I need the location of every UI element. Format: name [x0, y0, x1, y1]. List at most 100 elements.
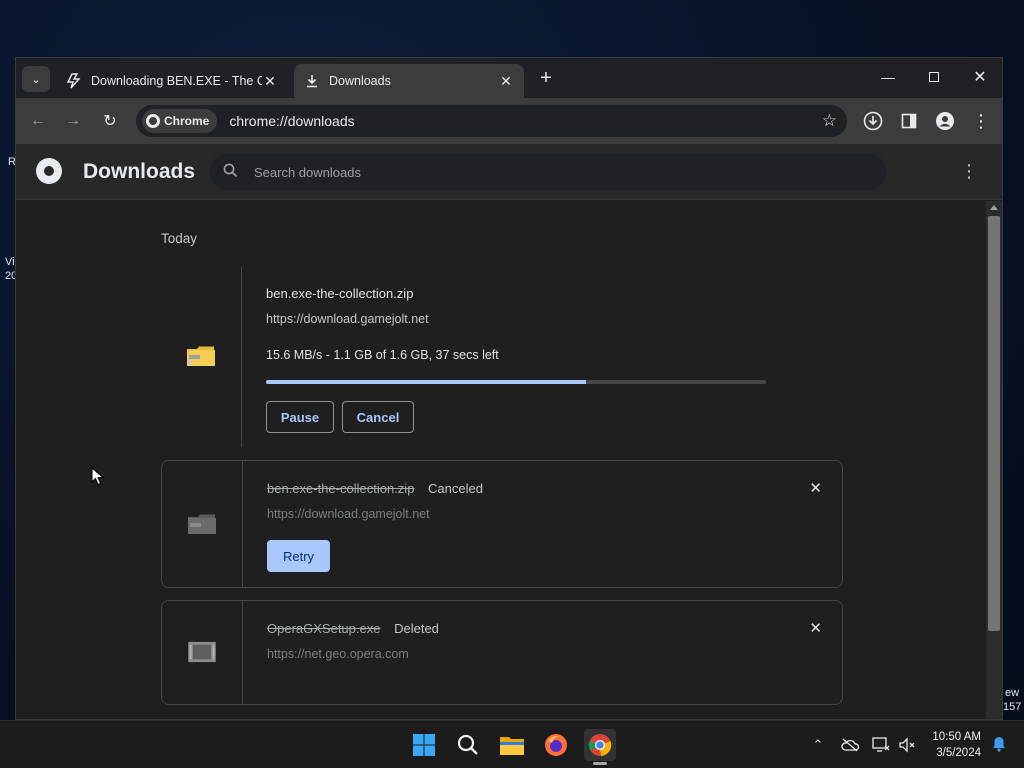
download-url: https://download.gamejolt.net — [267, 507, 430, 521]
download-item: OperaGXSetup.exe Deleted https://net.geo… — [161, 600, 843, 705]
search-icon — [223, 163, 238, 182]
download-filename: ben.exe-the-collection.zip — [267, 481, 415, 496]
download-filename: OperaGXSetup.exe — [267, 621, 381, 636]
clock-time: 10:50 AM — [932, 731, 981, 743]
file-icon-column — [161, 267, 242, 447]
search-icon — [457, 734, 478, 755]
profile-button[interactable] — [933, 109, 957, 133]
reload-icon: ↻ — [103, 113, 117, 130]
date-section-label: Today — [161, 231, 198, 246]
chevron-down-icon: ⌄ — [31, 73, 41, 86]
more-actions-button[interactable]: ⋮ — [960, 162, 978, 180]
tab-title: Downloading BEN.EXE - The Co — [91, 74, 262, 88]
windows-start-icon — [413, 734, 435, 756]
reload-button[interactable]: ↻ — [98, 109, 122, 133]
chevron-up-icon: ⌃ — [812, 737, 824, 752]
exe-file-icon — [188, 641, 216, 663]
search-downloads-field[interactable]: Search downloads — [209, 154, 887, 190]
remove-from-list-button[interactable]: ✕ — [809, 479, 822, 497]
chrome-icon — [146, 114, 160, 128]
side-panel-icon — [901, 113, 917, 129]
download-icon — [304, 73, 320, 89]
tab-title: Downloads — [329, 74, 391, 88]
menu-button[interactable]: ⋮ — [969, 109, 993, 133]
remove-from-list-button[interactable]: ✕ — [809, 619, 822, 637]
page-title: Downloads — [83, 160, 196, 183]
close-icon[interactable]: ✕ — [262, 73, 278, 89]
chrome-icon — [588, 734, 612, 756]
download-progress-text: 15.6 MB/s - 1.1 GB of 1.6 GB, 37 secs le… — [266, 348, 499, 362]
clock-date: 3/5/2024 — [936, 747, 981, 759]
lightning-icon — [66, 73, 82, 89]
system-clock[interactable]: 10:50 AM 3/5/2024 — [932, 729, 981, 761]
download-item: ben.exe-the-collection.zip Canceled http… — [161, 460, 843, 588]
browser-toolbar: ← → ↻ Chrome chrome://downloads ☆ ⋮ — [16, 98, 1002, 144]
onedrive-tray-icon[interactable] — [840, 735, 860, 755]
profile-icon — [936, 112, 954, 130]
desktop-text-fragment: 157 — [1003, 701, 1022, 713]
network-tray-icon[interactable] — [871, 735, 891, 755]
minimize-button[interactable]: — — [873, 66, 903, 88]
zip-folder-icon — [188, 514, 216, 534]
cancel-button[interactable]: Cancel — [342, 401, 414, 433]
tab-search-button[interactable]: ⌄ — [22, 66, 50, 92]
download-filename-row: ben.exe-the-collection.zip Canceled — [267, 481, 483, 496]
chrome-logo-icon — [36, 158, 62, 184]
browser-window: ⌄ Downloading BEN.EXE - The Co ✕ Downloa… — [15, 57, 1003, 720]
tab-downloading[interactable]: Downloading BEN.EXE - The Co ✕ — [56, 64, 288, 98]
download-filename[interactable]: ben.exe-the-collection.zip — [266, 286, 413, 301]
site-info-chip[interactable]: Chrome — [142, 109, 218, 133]
forward-button[interactable]: → — [61, 109, 85, 133]
maximize-button[interactable] — [919, 66, 949, 88]
downloads-toolbar-button[interactable] — [861, 109, 885, 133]
scrollbar[interactable] — [986, 201, 1002, 719]
downloads-header: Downloads Search downloads ⋮ — [16, 144, 1002, 200]
download-status: Canceled — [428, 481, 483, 496]
url-text: chrome://downloads — [229, 113, 355, 129]
pause-button[interactable]: Pause — [266, 401, 334, 433]
file-explorer-button[interactable] — [496, 729, 528, 761]
desktop-text-fragment: Vi — [5, 256, 15, 268]
chip-label: Chrome — [164, 114, 210, 128]
zip-folder-icon — [187, 346, 215, 366]
arrow-right-icon: → — [65, 112, 81, 129]
show-hidden-icons-button[interactable]: ⌃ — [808, 735, 828, 755]
back-button[interactable]: ← — [26, 109, 50, 133]
taskbar: ⌃ 10:50 AM 3/5/2024 — [0, 720, 1024, 768]
scroll-up-arrow-icon[interactable] — [990, 205, 998, 210]
desktop-text-fragment: ew — [1005, 687, 1020, 699]
arrow-left-icon: ← — [30, 112, 46, 129]
maximize-icon — [929, 72, 939, 82]
download-status: Deleted — [394, 621, 439, 636]
download-item: ben.exe-the-collection.zip https://downl… — [161, 267, 843, 447]
search-placeholder: Search downloads — [254, 164, 361, 180]
firefox-button[interactable] — [540, 729, 572, 761]
retry-button[interactable]: Retry — [267, 540, 330, 572]
download-url: https://net.geo.opera.com — [267, 647, 409, 661]
download-url[interactable]: https://download.gamejolt.net — [266, 312, 429, 326]
mouse-cursor-icon — [91, 467, 105, 486]
file-icon-column — [162, 461, 243, 587]
firefox-icon — [545, 734, 567, 756]
taskbar-search-button[interactable] — [452, 729, 484, 761]
download-circle-icon — [863, 111, 883, 131]
notification-bell-icon[interactable] — [992, 736, 1006, 755]
tab-strip: ⌄ Downloading BEN.EXE - The Co ✕ Downloa… — [16, 58, 1002, 98]
more-vert-icon: ⋮ — [972, 110, 990, 131]
progress-fill — [266, 380, 586, 384]
close-icon[interactable]: ✕ — [498, 73, 514, 89]
new-tab-button[interactable]: + — [536, 68, 556, 88]
file-explorer-icon — [500, 737, 524, 755]
start-button[interactable] — [408, 729, 440, 761]
bookmark-star-icon[interactable]: ☆ — [822, 111, 837, 131]
volume-muted-tray-icon[interactable] — [897, 735, 917, 755]
chrome-taskbar-button[interactable] — [584, 729, 616, 765]
file-icon-column — [162, 601, 243, 704]
close-window-button[interactable]: ✕ — [965, 66, 995, 88]
tab-downloads[interactable]: Downloads ✕ — [294, 64, 524, 98]
side-panel-button[interactable] — [897, 109, 921, 133]
address-bar[interactable]: Chrome chrome://downloads ☆ — [136, 105, 847, 137]
downloads-list: Today ben.exe-the-collection.zip https:/… — [16, 201, 1002, 719]
download-filename-row: OperaGXSetup.exe Deleted — [267, 621, 439, 636]
scrollbar-thumb[interactable] — [988, 216, 1000, 631]
